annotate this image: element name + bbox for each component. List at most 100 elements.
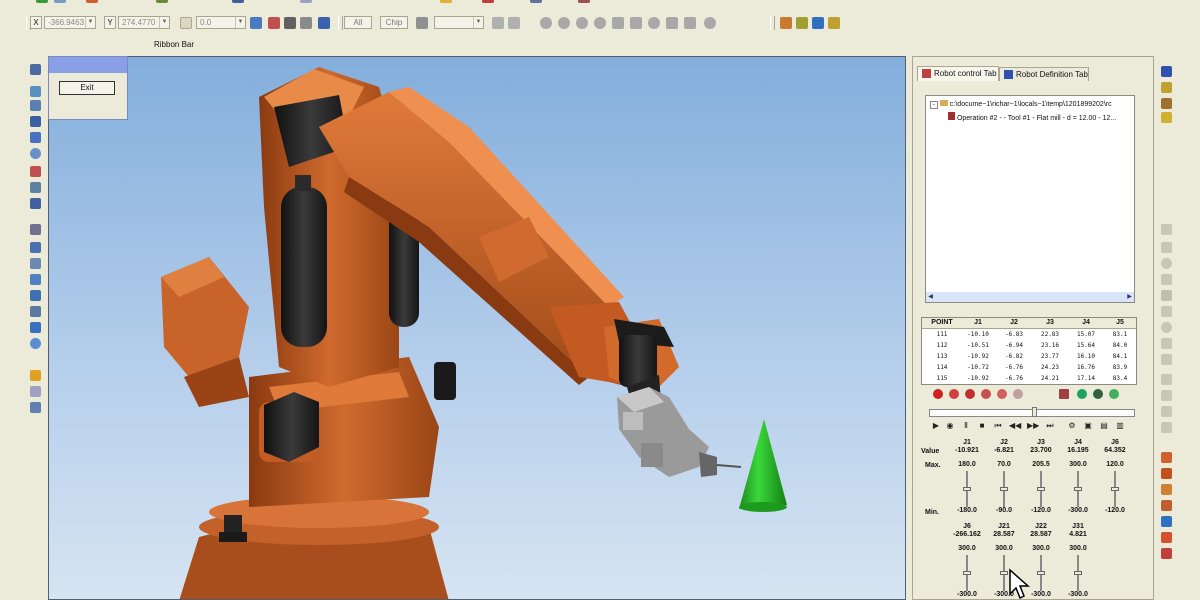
pencil-icon[interactable] [30, 370, 41, 381]
tool-icon[interactable] [1161, 500, 1172, 511]
tab-robot-definition[interactable]: Robot Definition Tab [999, 67, 1089, 81]
chevron-down-icon[interactable]: ▼ [85, 17, 95, 28]
robot-axis-icon[interactable] [812, 17, 824, 29]
tree-root[interactable]: − c:\docume~1\richar~1\locals~1\temp\120… [930, 100, 1112, 109]
folder-icon[interactable]: ▣ [1083, 421, 1093, 431]
record-icon[interactable] [1077, 389, 1087, 399]
all-button[interactable]: All [344, 16, 372, 29]
table-row[interactable]: 114 -10.72 -6.76 24.23 16.76 83.9 [922, 362, 1136, 373]
filter-icon[interactable] [416, 17, 428, 29]
eraser-icon[interactable] [630, 17, 642, 29]
fast-forward-icon[interactable]: ⏭ [1045, 421, 1055, 431]
disabled-icon[interactable] [1161, 338, 1172, 349]
robot-path-icon[interactable] [796, 17, 808, 29]
joint-slider[interactable] [1000, 555, 1008, 591]
plane-icon[interactable] [268, 17, 280, 29]
tool-icon[interactable] [1161, 82, 1172, 93]
question-icon[interactable] [704, 17, 716, 29]
record-icon[interactable] [1093, 389, 1103, 399]
joint-slider-thumb[interactable] [1111, 487, 1119, 491]
joint-slider-thumb[interactable] [1074, 571, 1082, 575]
chevron-down-icon[interactable]: ▼ [473, 17, 483, 28]
tool-icon[interactable] [30, 242, 41, 253]
rewind-icon[interactable]: ⏮ [993, 421, 1003, 431]
record-icon[interactable] [1109, 389, 1119, 399]
joint-slider[interactable] [1037, 471, 1045, 507]
record-icon[interactable] [933, 389, 943, 399]
tool-icon[interactable] [1161, 548, 1172, 559]
exit-button[interactable]: Exit [59, 81, 115, 95]
chevron-down-icon[interactable]: ▼ [235, 17, 245, 28]
joint-slider-thumb[interactable] [1074, 487, 1082, 491]
tree-operation[interactable]: Operation #2 - - Tool #1 - Flat mill - d… [948, 112, 1116, 122]
record-icon[interactable] [997, 389, 1007, 399]
record-icon[interactable] [981, 389, 991, 399]
operation-tree[interactable]: − c:\docume~1\richar~1\locals~1\temp\120… [925, 95, 1135, 303]
scroll-left-icon[interactable]: ◀ [926, 292, 935, 302]
chevron-down-icon[interactable]: ▼ [159, 17, 169, 28]
disabled-icon[interactable] [1161, 322, 1172, 333]
tool-icon[interactable] [1161, 484, 1172, 495]
play-icon[interactable]: ▶ [931, 421, 941, 431]
layer-icon[interactable] [300, 17, 312, 29]
tool-icon[interactable] [30, 100, 41, 111]
shape-icon[interactable] [540, 17, 552, 29]
record-icon[interactable] [965, 389, 975, 399]
circle-icon[interactable] [648, 17, 660, 29]
table-row[interactable]: 111 -10.10 -6.83 22.83 15.07 83.1 [922, 329, 1136, 340]
tool-icon[interactable] [1161, 452, 1172, 463]
joint-slider-thumb[interactable] [1000, 571, 1008, 575]
tool-icon[interactable] [30, 148, 41, 159]
joint-slider-thumb[interactable] [963, 487, 971, 491]
gear-icon[interactable] [578, 0, 590, 3]
disabled-icon[interactable] [1161, 274, 1172, 285]
joint-slider[interactable] [1074, 555, 1082, 591]
joint-slider[interactable] [1037, 555, 1045, 591]
tool-icon[interactable] [30, 258, 41, 269]
disabled-icon[interactable] [1161, 290, 1172, 301]
joint-slider[interactable] [963, 555, 971, 591]
joint-slider[interactable] [1000, 471, 1008, 507]
tool-icon[interactable] [30, 198, 41, 209]
green-plus-icon[interactable] [36, 0, 48, 3]
settings-icon[interactable]: ⚙ [1067, 421, 1077, 431]
tool-icon[interactable] [30, 290, 41, 301]
check-icon[interactable] [666, 17, 678, 29]
select-mode-icon[interactable] [492, 17, 504, 29]
tool-icon[interactable] [30, 402, 41, 413]
joint-slider[interactable] [1111, 471, 1119, 507]
y-coordinate-field[interactable]: 274.4770 ▼ [118, 16, 170, 29]
tool-icon[interactable] [30, 386, 41, 397]
disabled-icon[interactable] [1161, 422, 1172, 433]
joint-slider-thumb[interactable] [1037, 571, 1045, 575]
stop-icon[interactable]: ■ [977, 421, 987, 431]
tree-horizontal-scrollbar[interactable]: ◀ ▶ [926, 292, 1134, 302]
tab-robot-control[interactable]: Robot control Tab [917, 66, 999, 81]
timeline-slider[interactable] [929, 407, 1135, 417]
pause-icon[interactable]: Ⅱ [961, 421, 971, 431]
shape-icon[interactable] [594, 17, 606, 29]
tool-icon[interactable] [30, 64, 41, 75]
tool-icon[interactable] [30, 132, 41, 143]
disabled-icon[interactable] [1161, 354, 1172, 365]
play-circle-icon[interactable]: ◉ [945, 421, 955, 431]
scroll-right-icon[interactable]: ▶ [1125, 292, 1134, 302]
point-table[interactable]: POINT J1 J2 J3 J4 J5 111 -10.10 -6.83 22.83… [921, 317, 1137, 385]
snap-icon[interactable] [250, 17, 262, 29]
record-icon[interactable] [949, 389, 959, 399]
tool-icon[interactable] [30, 86, 41, 97]
robot-tool-icon[interactable] [780, 17, 792, 29]
joint-slider-thumb[interactable] [1037, 487, 1045, 491]
disabled-icon[interactable] [1161, 242, 1172, 253]
tool-icon[interactable] [30, 274, 41, 285]
disabled-icon[interactable] [1161, 224, 1172, 235]
chart-icon[interactable]: ▥ [1115, 421, 1125, 431]
tool-icon[interactable] [1161, 112, 1172, 123]
curve-icon[interactable] [156, 0, 168, 3]
tool-icon[interactable] [30, 224, 41, 235]
wave-icon[interactable] [530, 0, 542, 3]
robot-sim-icon[interactable] [828, 17, 840, 29]
tool-icon[interactable] [30, 338, 41, 349]
joint-slider[interactable] [963, 471, 971, 507]
step-back-icon[interactable]: ◀◀ [1009, 421, 1021, 431]
